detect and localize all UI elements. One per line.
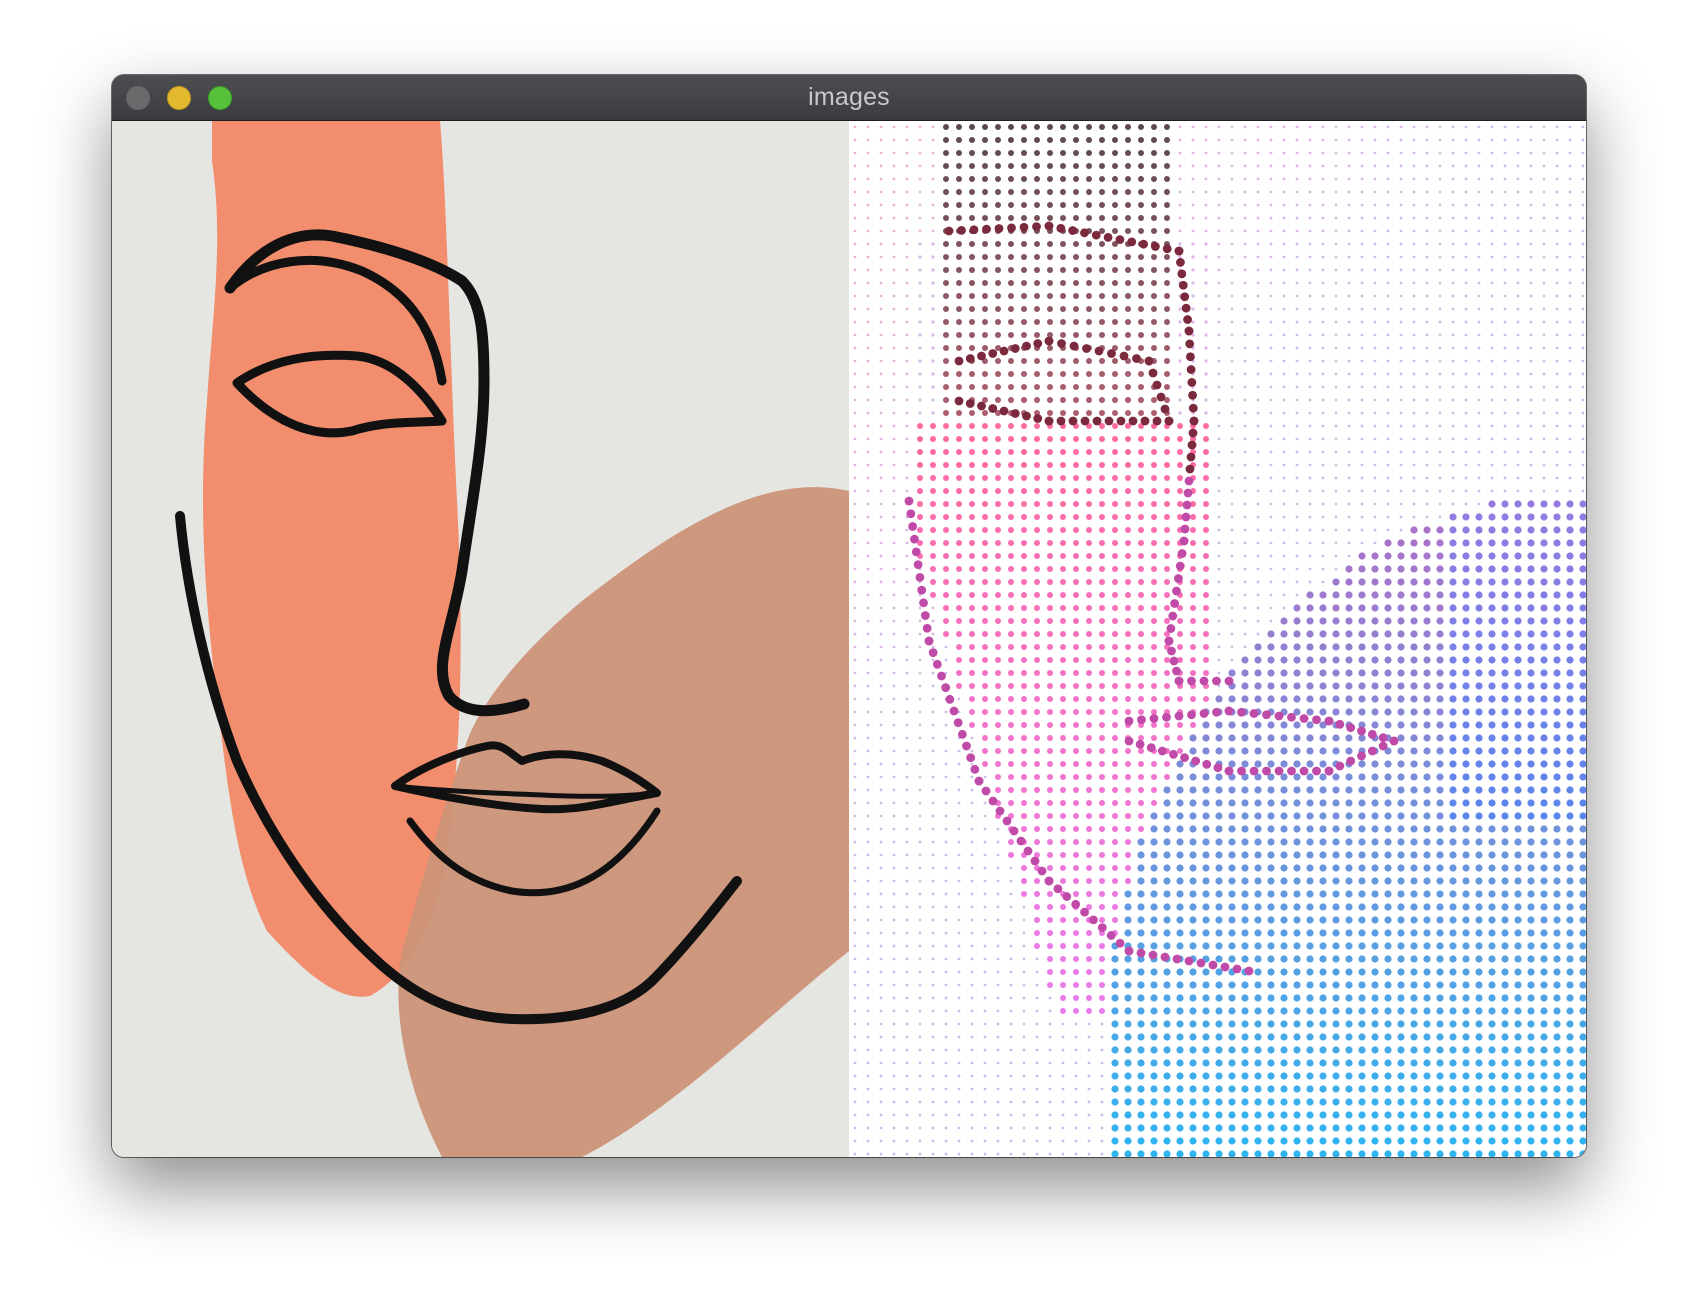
original-image — [112, 121, 849, 1157]
face-line-art — [175, 121, 849, 1157]
halftone-dots — [853, 124, 1586, 1157]
halftone-image — [849, 121, 1586, 1157]
image-viewport — [112, 121, 1586, 1157]
app-window: images — [112, 75, 1586, 1157]
salmon-shape — [202, 121, 461, 997]
window-title: images — [808, 83, 890, 111]
tan-shape — [398, 487, 849, 1157]
title-bar[interactable]: images — [112, 75, 1586, 121]
